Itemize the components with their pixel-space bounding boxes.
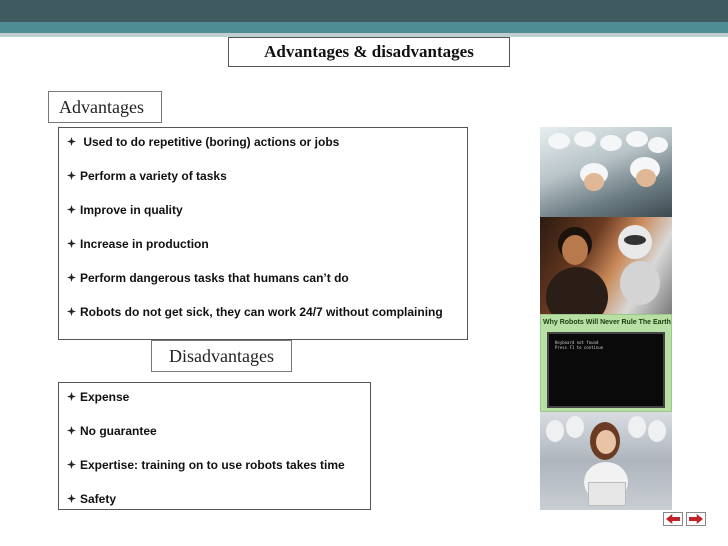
diamond-star-bullet-icon <box>67 239 76 248</box>
poster-caption: Why Robots Will Never Rule The Earth <box>543 319 671 326</box>
list-item: Increase in production <box>67 236 461 252</box>
woman-with-robots-photo <box>540 412 672 510</box>
diamond-star-bullet-icon <box>67 392 76 401</box>
robot-poster-image: Why Robots Will Never Rule The Earth Key… <box>540 314 672 412</box>
disadvantages-list: Expense No guarantee Expertise: training… <box>58 382 371 510</box>
person-with-robot-photo <box>540 217 672 314</box>
list-item: Perform dangerous tasks that humans can’… <box>67 270 461 286</box>
disadvantage-text: Safety <box>80 492 117 506</box>
list-item: Perform a variety of tasks <box>67 168 461 184</box>
list-item: Robots do not get sick, they can work 24… <box>67 304 461 320</box>
diamond-star-bullet-icon <box>67 171 76 180</box>
advantages-heading: Advantages <box>48 91 162 123</box>
list-item: Used to do repetitive (boring) actions o… <box>67 134 461 150</box>
advantages-list: Used to do repetitive (boring) actions o… <box>58 127 468 340</box>
poster-screen-text: Keyboard not found Press F1 to continue <box>555 340 604 350</box>
disadvantage-text: Expense <box>80 390 130 404</box>
advantage-text: Perform dangerous tasks that humans can’… <box>80 271 349 285</box>
arrow-right-icon <box>689 514 703 524</box>
list-item: Expense <box>67 389 364 405</box>
diamond-star-bullet-icon <box>67 137 76 146</box>
list-item: Expertise: training on to use robots tak… <box>67 457 364 473</box>
advantage-text: Used to do repetitive (boring) actions o… <box>80 135 340 149</box>
advantage-text: Increase in production <box>80 237 209 251</box>
diamond-star-bullet-icon <box>67 205 76 214</box>
list-item: Improve in quality <box>67 202 461 218</box>
arrow-left-icon <box>666 514 680 524</box>
advantage-text: Perform a variety of tasks <box>80 169 227 183</box>
list-item: No guarantee <box>67 423 364 439</box>
advantage-text: Improve in quality <box>80 203 183 217</box>
diamond-star-bullet-icon <box>67 494 76 503</box>
header-band-teal <box>0 22 728 33</box>
factory-workers-photo <box>540 127 672 217</box>
poster-screen: Keyboard not found Press F1 to continue <box>547 332 665 408</box>
diamond-star-bullet-icon <box>67 426 76 435</box>
previous-slide-button[interactable] <box>663 512 683 526</box>
disadvantage-text: Expertise: training on to use robots tak… <box>80 458 345 472</box>
diamond-star-bullet-icon <box>67 460 76 469</box>
list-item: Safety <box>67 491 364 507</box>
next-slide-button[interactable] <box>686 512 706 526</box>
diamond-star-bullet-icon <box>67 307 76 316</box>
slide-title: Advantages & disadvantages <box>228 37 510 67</box>
advantage-text: Robots do not get sick, they can work 24… <box>80 305 443 319</box>
disadvantage-text: No guarantee <box>80 424 157 438</box>
header-band-dark <box>0 0 728 22</box>
diamond-star-bullet-icon <box>67 273 76 282</box>
disadvantages-heading: Disadvantages <box>151 340 292 372</box>
